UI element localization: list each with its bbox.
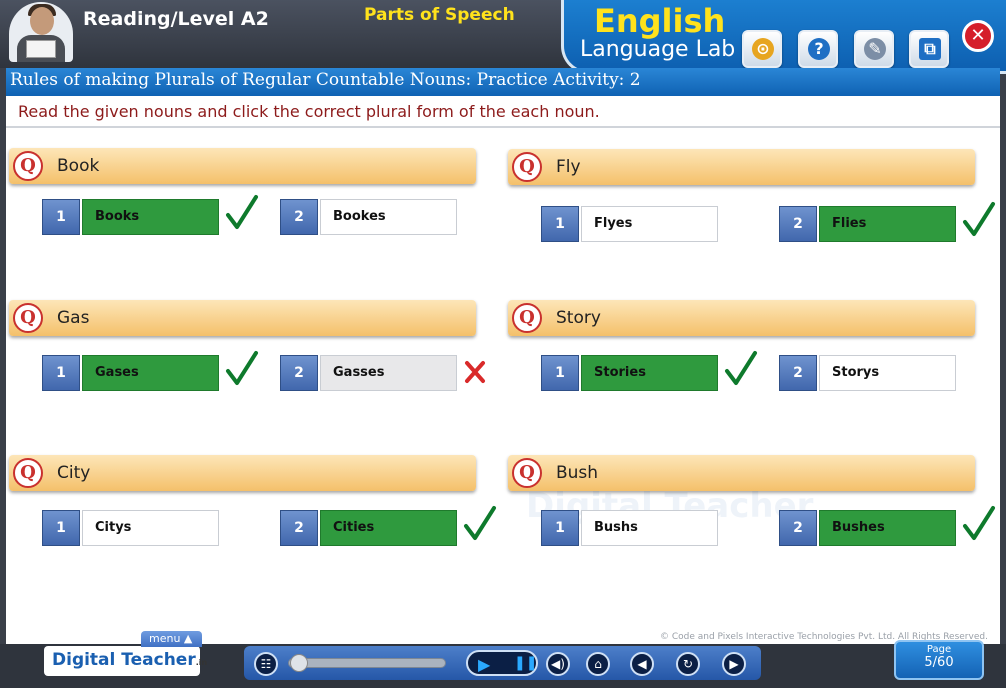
- question-word: Gas: [57, 308, 90, 328]
- lab-title-english: English: [594, 2, 726, 40]
- speaker-icon: ◀): [551, 657, 565, 671]
- home-button[interactable]: ⌂: [586, 652, 610, 676]
- cross-icon: [465, 361, 485, 383]
- divider: [6, 126, 1000, 128]
- previous-icon: ◀: [637, 657, 647, 671]
- check-icon: [226, 351, 258, 385]
- option-text[interactable]: Flies: [819, 206, 956, 242]
- next-icon: ▶: [729, 657, 739, 671]
- question-word: Book: [57, 156, 100, 176]
- option-number: 1: [541, 355, 579, 391]
- play-icon[interactable]: ▶: [478, 655, 490, 674]
- question-badge: Q: [512, 303, 542, 333]
- check-icon: [226, 195, 258, 229]
- play-pause-control: ▶ ❚❚: [466, 650, 538, 676]
- option-number: 1: [42, 199, 80, 235]
- question-word: Story: [556, 308, 601, 328]
- question-word: City: [57, 463, 91, 483]
- activity-title-bar: Rules of making Plurals of Regular Count…: [6, 68, 1000, 96]
- window-icon: ⧉: [919, 38, 941, 60]
- question-book: Q Book: [9, 148, 476, 184]
- menu-button[interactable]: menu ▲: [141, 631, 202, 647]
- question-badge: Q: [13, 458, 43, 488]
- activity-title: Rules of making Plurals of Regular Count…: [10, 70, 641, 90]
- option-number: 2: [280, 355, 318, 391]
- page-label: Page: [926, 644, 952, 655]
- next-button[interactable]: ▶: [722, 652, 746, 676]
- digital-teacher-logo: Digital Teacher.in: [52, 650, 207, 670]
- check-icon: [963, 202, 995, 236]
- option-number: 1: [42, 510, 80, 546]
- option-text[interactable]: Flyes: [581, 206, 718, 242]
- option-text[interactable]: Bushs: [581, 510, 718, 546]
- option-text[interactable]: Cities: [320, 510, 457, 546]
- lab-panel: English Language Lab ⊙ ? ✎ ⧉ ✕: [561, 0, 1006, 74]
- option-number: 2: [779, 206, 817, 242]
- window-button[interactable]: ⧉: [909, 30, 949, 68]
- page-indicator: Page 5/60: [894, 640, 984, 680]
- option-number: 1: [541, 510, 579, 546]
- student-avatar: [9, 2, 73, 62]
- question-bush: Q Bush: [508, 455, 975, 491]
- book-button[interactable]: ✎: [854, 30, 894, 68]
- option-text[interactable]: Gases: [82, 355, 219, 391]
- replay-button[interactable]: ↻: [676, 652, 700, 676]
- level-title: Reading/Level A2: [83, 8, 269, 30]
- media-controls: ☷ ▶ ❚❚ ◀) ⌂ ◀ ↻ ▶: [244, 646, 761, 680]
- option-text[interactable]: Bookes: [320, 199, 457, 235]
- instruction-text: Read the given nouns and click the corre…: [18, 102, 600, 121]
- question-word: Fly: [556, 157, 581, 177]
- question-badge: Q: [13, 151, 43, 181]
- option-number: 1: [42, 355, 80, 391]
- logo-suffix: .in: [195, 658, 208, 667]
- option-number: 2: [779, 510, 817, 546]
- option-text[interactable]: Citys: [82, 510, 219, 546]
- dictionary-button[interactable]: ⊙: [742, 30, 782, 68]
- question-badge: Q: [512, 152, 542, 182]
- option-number: 1: [541, 206, 579, 242]
- previous-button[interactable]: ◀: [630, 652, 654, 676]
- option-text[interactable]: Stories: [581, 355, 718, 391]
- pause-icon[interactable]: ❚❚: [514, 655, 537, 671]
- volume-button[interactable]: ◀): [546, 652, 570, 676]
- option-text[interactable]: Books: [82, 199, 219, 235]
- question-badge: Q: [512, 458, 542, 488]
- option-number: 2: [280, 510, 318, 546]
- question-city: Q City: [9, 455, 476, 491]
- option-text[interactable]: Storys: [819, 355, 956, 391]
- option-number: 2: [280, 199, 318, 235]
- page-number: 5/60: [924, 655, 954, 670]
- seek-bar[interactable]: [288, 654, 446, 672]
- question-gas: Q Gas: [9, 300, 476, 336]
- lab-title-language-lab: Language Lab: [580, 37, 736, 62]
- question-fly: Q Fly: [508, 149, 975, 185]
- logo-text: Digital Teacher: [52, 650, 196, 670]
- seek-handle[interactable]: [290, 654, 308, 672]
- check-icon: [725, 351, 757, 385]
- tree-icon: ☷: [260, 657, 272, 671]
- option-text[interactable]: Bushes: [819, 510, 956, 546]
- option-number: 2: [779, 355, 817, 391]
- check-icon: [963, 506, 995, 540]
- close-button[interactable]: ✕: [962, 20, 994, 52]
- dictionary-icon: ⊙: [752, 38, 774, 60]
- activity-content: Read the given nouns and click the corre…: [6, 96, 1000, 644]
- check-icon: [464, 506, 496, 540]
- index-button[interactable]: ☷: [254, 652, 278, 676]
- question-story: Q Story: [508, 300, 975, 336]
- option-text[interactable]: Gasses: [320, 355, 457, 391]
- book-icon: ✎: [864, 38, 886, 60]
- help-icon: ?: [808, 38, 830, 60]
- home-icon: ⌂: [594, 657, 602, 671]
- question-word: Bush: [556, 463, 599, 483]
- question-badge: Q: [13, 303, 43, 333]
- replay-icon: ↻: [682, 657, 694, 671]
- help-button[interactable]: ?: [798, 30, 838, 68]
- topic-title: Parts of Speech: [364, 5, 515, 25]
